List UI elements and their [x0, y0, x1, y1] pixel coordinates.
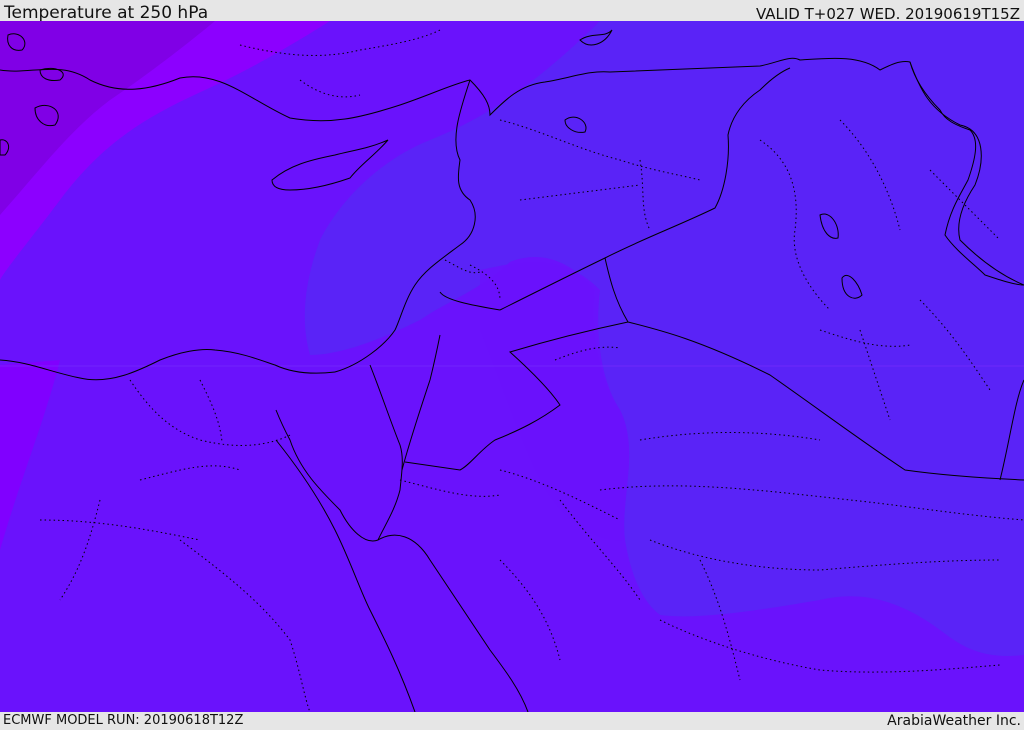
- header-bar: Temperature at 250 hPa VALID T+027 WED. …: [0, 0, 1024, 23]
- map-panel: [0, 21, 1024, 712]
- map-canvas: [0, 21, 1024, 712]
- footer-bar: ECMWF MODEL RUN: 20190618T12Z ArabiaWeat…: [0, 712, 1024, 729]
- map-title: Temperature at 250 hPa: [4, 3, 209, 23]
- model-run-label: ECMWF MODEL RUN: 20190618T12Z: [3, 713, 244, 728]
- credit-label: ArabiaWeather Inc.: [887, 713, 1021, 729]
